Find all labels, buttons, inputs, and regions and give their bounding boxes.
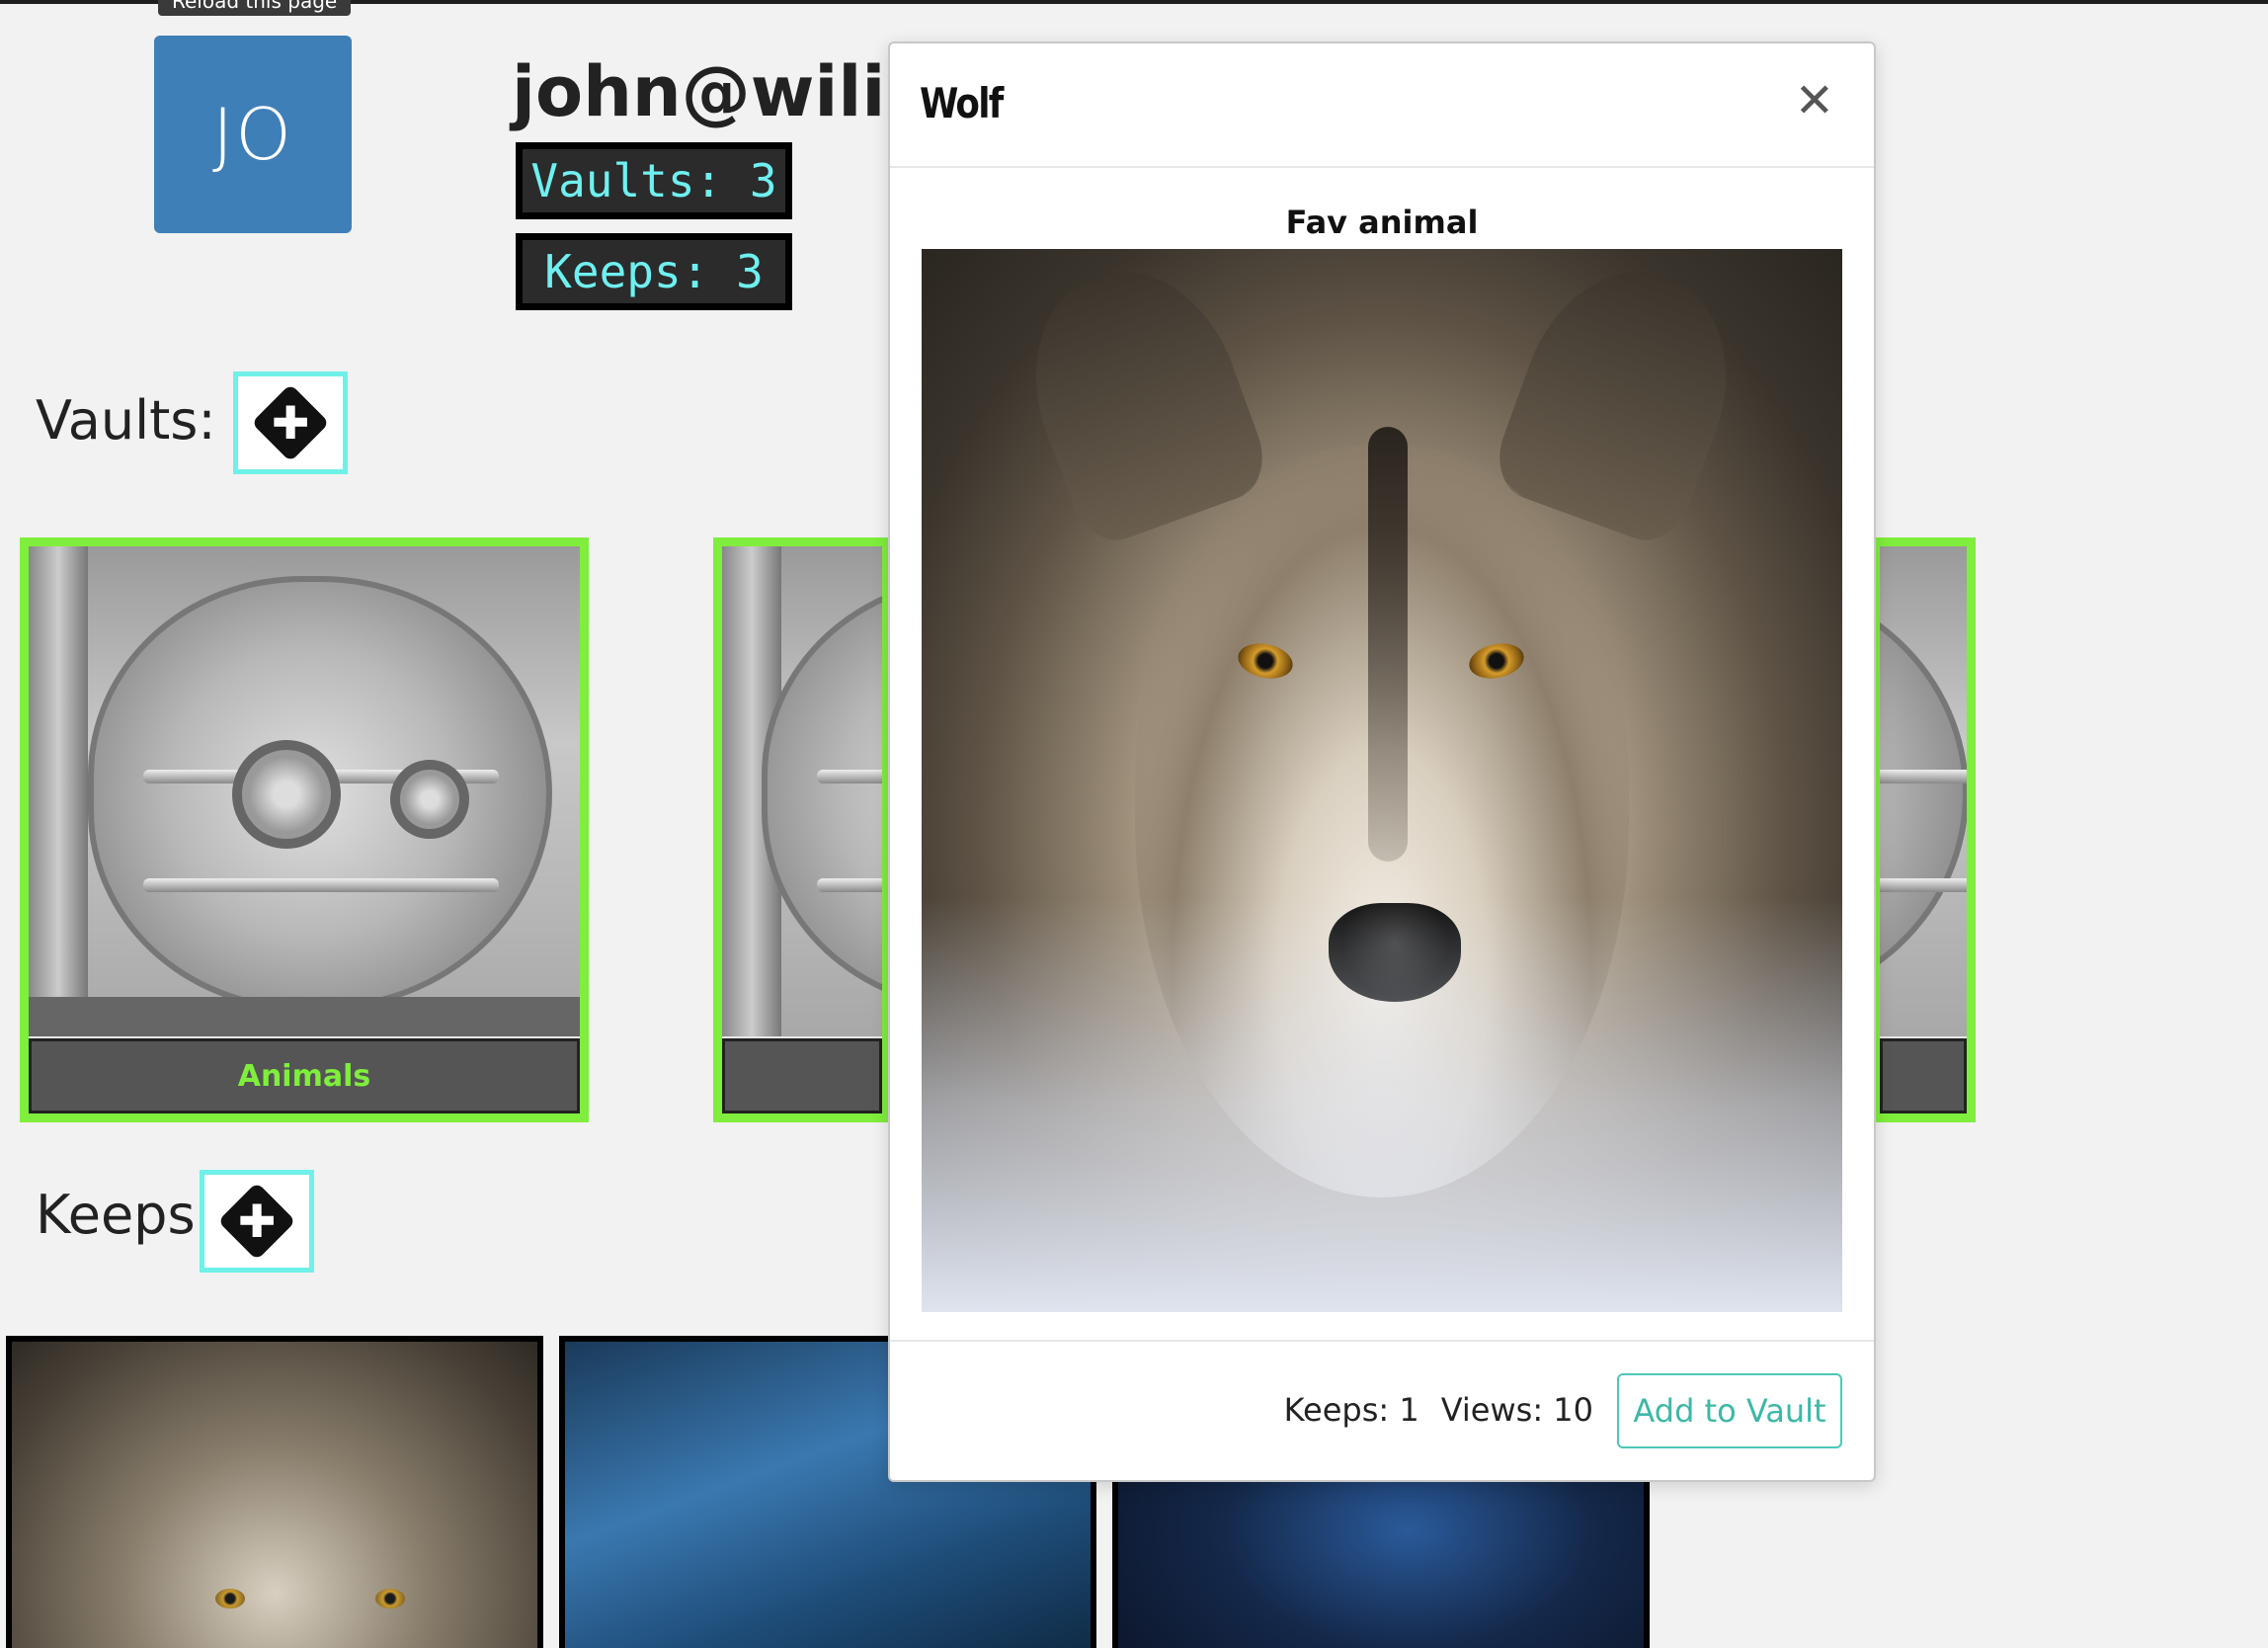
vault-card[interactable] <box>713 537 891 1122</box>
views-count: Views: 10 <box>1440 1391 1593 1429</box>
vault-image <box>722 546 882 1036</box>
close-icon[interactable]: ✕ <box>1795 77 1834 124</box>
vault-title: Animals <box>29 1038 580 1113</box>
keep-description: Fav animal <box>1285 204 1479 241</box>
add-vault-button[interactable]: ✚ <box>233 371 348 474</box>
keeps-count: Keeps: 1 <box>1283 1391 1419 1429</box>
keeps-heading: Keeps <box>36 1184 196 1246</box>
vault-image <box>1880 546 1967 1036</box>
keep-stats: Keeps: 1 Views: 10 <box>1284 1391 1593 1429</box>
plus-diamond-icon: ✚ <box>217 1182 296 1261</box>
plus-diamond-icon: ✚ <box>251 383 330 462</box>
keep-card-wolf[interactable] <box>6 1336 543 1648</box>
vault-title <box>722 1038 882 1113</box>
vaults-heading: Vaults: <box>36 389 216 452</box>
keep-detail-modal: Wolf ✕ Fav animal Keeps: 1 Views: 10 Add … <box>888 41 1876 1482</box>
avatar-initials: JO <box>212 93 293 176</box>
keeps-count-badge: Keeps: 3 <box>516 233 792 310</box>
add-to-vault-button[interactable]: Add to Vault <box>1617 1373 1842 1448</box>
modal-header: Wolf ✕ <box>890 43 1874 168</box>
reload-tooltip: Reload this page <box>158 0 352 16</box>
keep-image <box>922 249 1842 1312</box>
add-keep-button[interactable]: ✚ <box>200 1170 314 1273</box>
vaults-count-badge: Vaults: 3 <box>516 142 792 219</box>
vault-card[interactable] <box>1871 537 1976 1122</box>
vault-card[interactable]: Animals <box>20 537 589 1122</box>
vault-title <box>1880 1038 1967 1113</box>
modal-title: Wolf <box>920 79 1004 127</box>
avatar: JO <box>154 36 352 233</box>
vault-image <box>29 546 580 1036</box>
modal-footer: Keeps: 1 Views: 10 Add to Vault <box>890 1340 1874 1480</box>
